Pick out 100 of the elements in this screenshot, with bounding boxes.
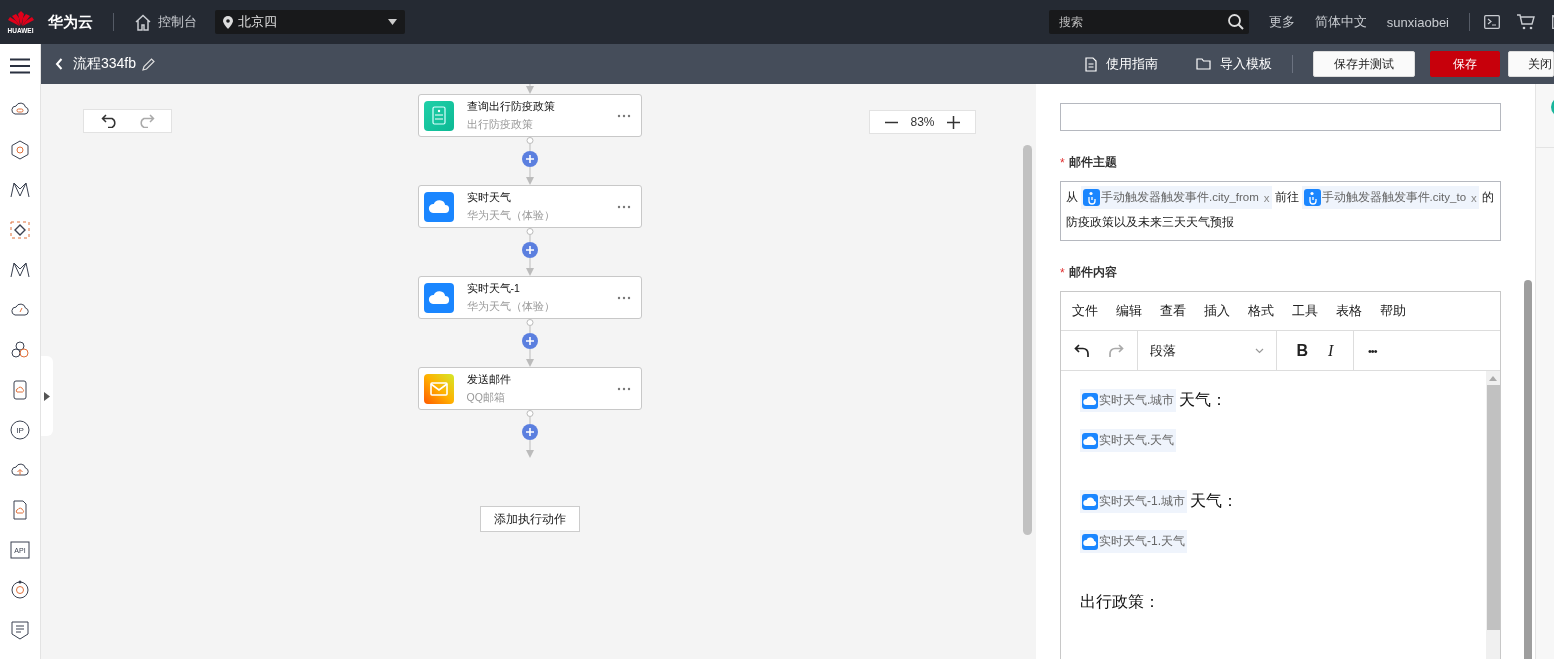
step-title: 实时天气 — [466, 190, 512, 205]
menu-icon[interactable] — [10, 58, 30, 74]
home-icon — [134, 13, 152, 31]
field-label: 邮件内容 — [1068, 264, 1117, 281]
flow-title: 流程334fb — [73, 55, 137, 73]
subject-text: 防疫政策以及未来三天天气预报 — [1066, 214, 1234, 231]
step-title: 发送邮件 — [466, 372, 512, 387]
editor-content[interactable]: 实时天气.城市 天气： 实时天气.天气 实时天气-1.城市 天气： 实时天气-1.天气 出行政策： — [1061, 371, 1486, 659]
circles-icon[interactable] — [9, 339, 31, 361]
flow-step-card[interactable]: 查询出行防疫政策 出行防疫政策 — [417, 94, 642, 137]
add-action-button[interactable]: 添加执行动作 — [479, 506, 580, 532]
content-text: 天气： — [1179, 390, 1228, 410]
chevron-down-icon — [1255, 347, 1264, 354]
flow-step-card[interactable]: 实时天气 华为天气（体验） — [417, 185, 642, 228]
scrollbar-thumb[interactable] — [1524, 280, 1532, 659]
add-step-button[interactable] — [521, 242, 538, 258]
cart-icon[interactable] — [1517, 14, 1535, 30]
zoom-level: 83% — [910, 115, 935, 129]
connector-line — [524, 410, 535, 424]
connector-line — [524, 319, 535, 333]
cloud-icon — [1082, 493, 1098, 510]
folder-icon — [1196, 58, 1211, 70]
connector-line — [524, 137, 535, 151]
save-button[interactable]: 保存 — [1430, 51, 1500, 77]
scrollbar-thumb[interactable] — [1022, 145, 1032, 535]
user-name[interactable]: sunxiaobei — [1386, 14, 1449, 30]
required-mark: * — [1060, 265, 1065, 280]
editor-menu-item[interactable]: 工具 — [1292, 302, 1336, 320]
hexagon-icon[interactable] — [9, 139, 31, 161]
undo-icon[interactable] — [100, 114, 119, 128]
arrow-connector — [524, 84, 535, 94]
editor-menu-item[interactable]: 插入 — [1204, 302, 1248, 320]
more-icon[interactable] — [616, 295, 631, 300]
document-icon — [423, 100, 454, 131]
scrollbar-thumb[interactable] — [1486, 385, 1500, 630]
cloud-icon — [423, 282, 454, 313]
format-select[interactable]: 段落 — [1138, 331, 1277, 370]
editor-menu-item[interactable]: 查看 — [1160, 302, 1204, 320]
subject-field[interactable]: 从 手动触发器触发事件.city_from x 前往 手动触发器触发事件.city_to x 的 防疫政策以及未来三天天气预报 — [1060, 181, 1501, 241]
more-link[interactable]: 更多 — [1268, 13, 1295, 31]
subject-text: 的 — [1481, 189, 1494, 206]
undo-icon[interactable] — [1074, 343, 1090, 358]
flow-step-card[interactable]: 实时天气-1 华为天气（体验） — [417, 276, 642, 319]
content-text: 出行政策： — [1080, 591, 1160, 612]
italic-button[interactable]: I — [1328, 341, 1334, 360]
more-button[interactable]: ••• — [1368, 331, 1377, 370]
variable-tag: 实时天气.天气 — [1080, 429, 1177, 452]
arrow-connector — [524, 349, 535, 367]
close-button[interactable]: 关闭 — [1508, 51, 1554, 77]
logo-icon — [7, 10, 34, 26]
document-icon — [1085, 56, 1097, 72]
arrow-connector — [524, 167, 535, 185]
console-link[interactable]: 控制台 — [134, 13, 197, 31]
add-step-button[interactable] — [521, 151, 538, 167]
cloud-icon — [1082, 392, 1098, 409]
editor-menu-item[interactable]: 格式 — [1248, 302, 1292, 320]
bold-button[interactable]: B — [1296, 341, 1309, 360]
target-icon[interactable] — [9, 579, 31, 601]
save-test-button[interactable]: 保存并测试 — [1313, 51, 1415, 77]
step-subtitle: 华为天气（体验） — [466, 299, 556, 314]
cloud-icon — [1082, 432, 1098, 449]
envelope-icon — [423, 373, 454, 404]
editor-menu-item[interactable]: 编辑 — [1116, 302, 1160, 320]
collapse-handle[interactable] — [41, 356, 53, 436]
terminal-icon[interactable] — [1484, 15, 1500, 29]
step-subtitle: QQ邮箱 — [466, 390, 506, 405]
language-link[interactable]: 简体中文 — [1314, 13, 1367, 31]
editor-menu-item[interactable]: 表格 — [1336, 302, 1380, 320]
zoom-in-icon[interactable] — [946, 115, 960, 129]
person-icon — [1083, 189, 1100, 206]
more-icon[interactable] — [616, 113, 631, 118]
step-subtitle: 出行防疫政策 — [466, 117, 534, 132]
variable-tag: 手动触发器触发事件.city_from x — [1081, 186, 1272, 209]
location-pin-icon — [223, 15, 233, 29]
import-template-link[interactable]: 导入模板 — [1196, 55, 1272, 73]
input-field[interactable] — [1060, 103, 1501, 131]
ip-icon[interactable]: IP — [9, 419, 31, 441]
edit-icon[interactable] — [142, 57, 156, 71]
more-icon[interactable] — [616, 204, 631, 209]
brand-name[interactable]: 华为云 — [48, 12, 93, 32]
editor-menu-item[interactable]: 文件 — [1072, 302, 1116, 320]
flow-step-card[interactable]: 发送邮件 QQ邮箱 — [417, 367, 642, 410]
search-icon[interactable] — [1226, 13, 1245, 31]
guide-link[interactable]: 使用指南 — [1085, 55, 1158, 73]
region-select[interactable]: 北京四 — [215, 10, 405, 34]
list-icon[interactable] — [9, 619, 31, 641]
variable-tag: 实时天气.城市 — [1080, 389, 1177, 412]
search-field[interactable]: 搜索 — [1048, 10, 1249, 34]
editor-menu-item[interactable]: 帮助 — [1380, 302, 1424, 320]
step-subtitle: 华为天气（体验） — [466, 208, 556, 223]
add-step-button[interactable] — [521, 424, 538, 440]
content-text: 天气： — [1190, 491, 1238, 511]
step-title: 实时天气-1 — [466, 281, 521, 296]
connector-line — [524, 228, 535, 242]
cloud-icon — [423, 191, 454, 222]
more-icon[interactable] — [616, 386, 631, 391]
arrow-connector — [524, 440, 535, 458]
add-step-button[interactable] — [521, 333, 538, 349]
variable-tag: 手动触发器触发事件.city_to x — [1301, 186, 1479, 209]
back-icon[interactable] — [55, 58, 63, 70]
